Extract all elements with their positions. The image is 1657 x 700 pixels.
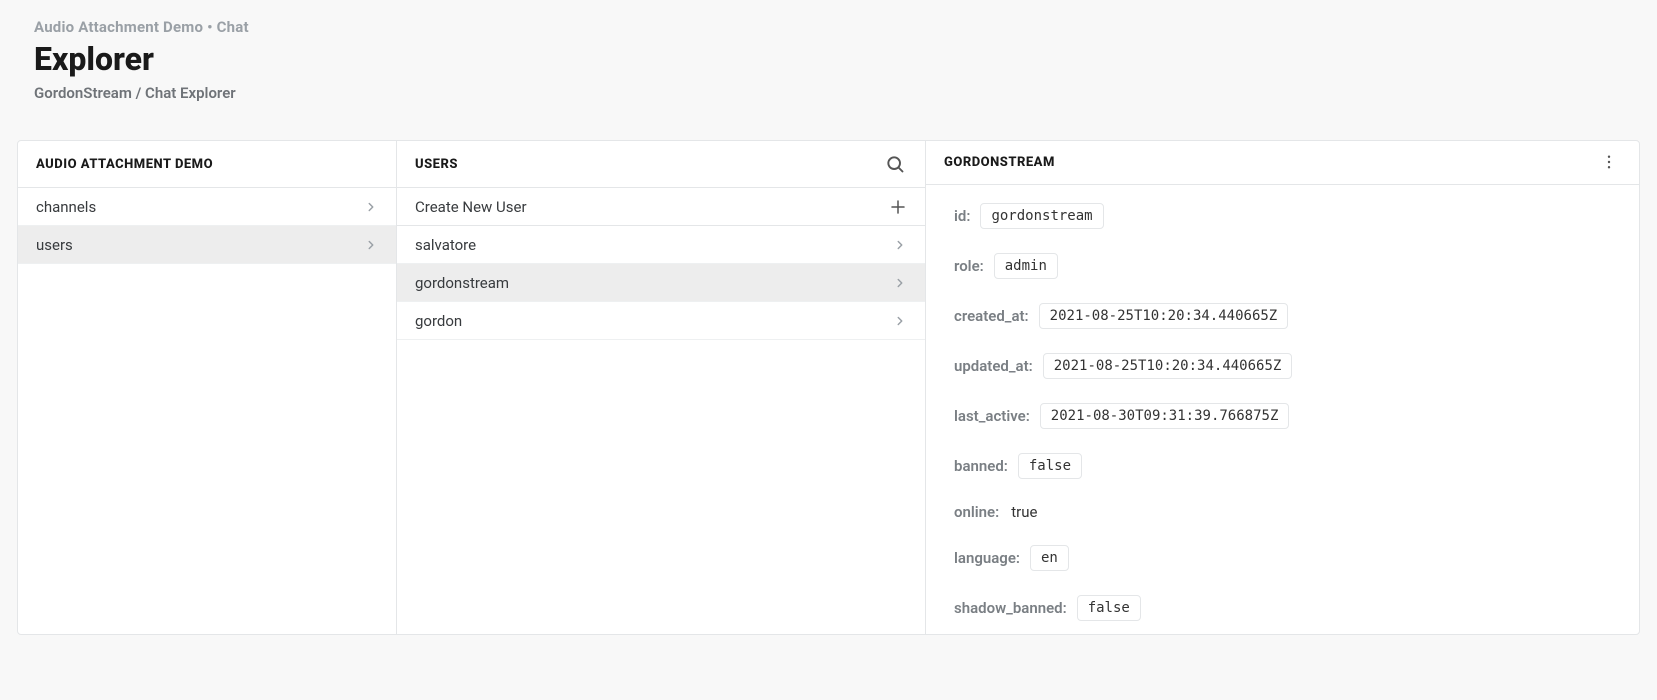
detail-value: 2021-08-25T10:20:34.440665Z: [1039, 303, 1289, 329]
chevron-right-icon: [893, 238, 907, 252]
panel-users-title: Users: [415, 157, 458, 172]
create-user-label: Create New User: [415, 198, 527, 216]
sidebar-item-label: users: [36, 236, 73, 254]
detail-value: gordonstream: [980, 203, 1103, 229]
detail-value: false: [1018, 453, 1082, 479]
detail-value: true: [1009, 503, 1037, 521]
sidebar-item-label: channels: [36, 198, 96, 216]
detail-row-id: id: gordonstream: [954, 203, 1611, 229]
page-title: Explorer: [34, 40, 1623, 78]
detail-row-lastactive: last_active: 2021-08-30T09:31:39.766875Z: [954, 403, 1611, 429]
user-item-gordon[interactable]: gordon: [397, 302, 925, 340]
panel-app-list: channels users: [18, 188, 396, 264]
more-vertical-icon[interactable]: [1597, 150, 1621, 174]
user-item-label: gordonstream: [415, 274, 509, 292]
panel-detail: GordonStream id: gordonstream role: admin cr…: [926, 141, 1639, 634]
header-context: Audio Attachment Demo • Chat: [34, 18, 1623, 36]
user-item-label: salvatore: [415, 236, 476, 254]
detail-label: created_at:: [954, 307, 1029, 325]
user-item-label: gordon: [415, 312, 462, 330]
detail-row-createdat: created_at: 2021-08-25T10:20:34.440665Z: [954, 303, 1611, 329]
detail-value: 2021-08-30T09:31:39.766875Z: [1040, 403, 1290, 429]
user-item-gordonstream[interactable]: gordonstream: [397, 264, 925, 302]
detail-row-updatedat: updated_at: 2021-08-25T10:20:34.440665Z: [954, 353, 1611, 379]
detail-label: id:: [954, 207, 970, 225]
detail-value: admin: [994, 253, 1058, 279]
detail-row-banned: banned: false: [954, 453, 1611, 479]
detail-row-language: language: en: [954, 545, 1611, 571]
chevron-right-icon: [364, 200, 378, 214]
detail-row-online: online: true: [954, 503, 1611, 521]
detail-row-shadowbanned: shadow_banned: false: [954, 595, 1611, 621]
detail-value: 2021-08-25T10:20:34.440665Z: [1043, 353, 1293, 379]
page-header: Audio Attachment Demo • Chat Explorer Go…: [0, 0, 1657, 102]
detail-label: shadow_banned:: [954, 599, 1067, 617]
detail-label: language:: [954, 549, 1020, 567]
detail-value: en: [1030, 545, 1069, 571]
chevron-right-icon: [893, 314, 907, 328]
chevron-right-icon: [893, 276, 907, 290]
detail-row-role: role: admin: [954, 253, 1611, 279]
detail-label: updated_at:: [954, 357, 1033, 375]
detail-body: id: gordonstream role: admin created_at: 2021…: [926, 185, 1639, 634]
panel-detail-title: GordonStream: [944, 155, 1055, 170]
panel-app: Audio Attachment Demo channels users: [18, 141, 397, 634]
detail-label: online:: [954, 503, 999, 521]
sidebar-item-users[interactable]: users: [18, 226, 396, 264]
detail-value: false: [1077, 595, 1141, 621]
create-user-button[interactable]: Create New User: [397, 188, 925, 226]
detail-label: role:: [954, 257, 984, 275]
panel-users-header: Users: [397, 141, 925, 188]
panel-users: Users Create New User salvatore gordonstr…: [397, 141, 926, 634]
detail-label: last_active:: [954, 407, 1030, 425]
chevron-right-icon: [364, 238, 378, 252]
sidebar-item-channels[interactable]: channels: [18, 188, 396, 226]
explorer-panels: Audio Attachment Demo channels users User…: [17, 140, 1640, 635]
detail-label: banned:: [954, 457, 1008, 475]
panel-detail-header: GordonStream: [926, 141, 1639, 185]
panel-app-header: Audio Attachment Demo: [18, 141, 396, 188]
panel-users-list: salvatore gordonstream gordon: [397, 226, 925, 340]
plus-icon: [889, 198, 907, 216]
breadcrumb: GordonStream / Chat Explorer: [34, 84, 1623, 102]
panel-app-title: Audio Attachment Demo: [36, 157, 213, 172]
search-icon[interactable]: [883, 152, 907, 176]
user-item-salvatore[interactable]: salvatore: [397, 226, 925, 264]
